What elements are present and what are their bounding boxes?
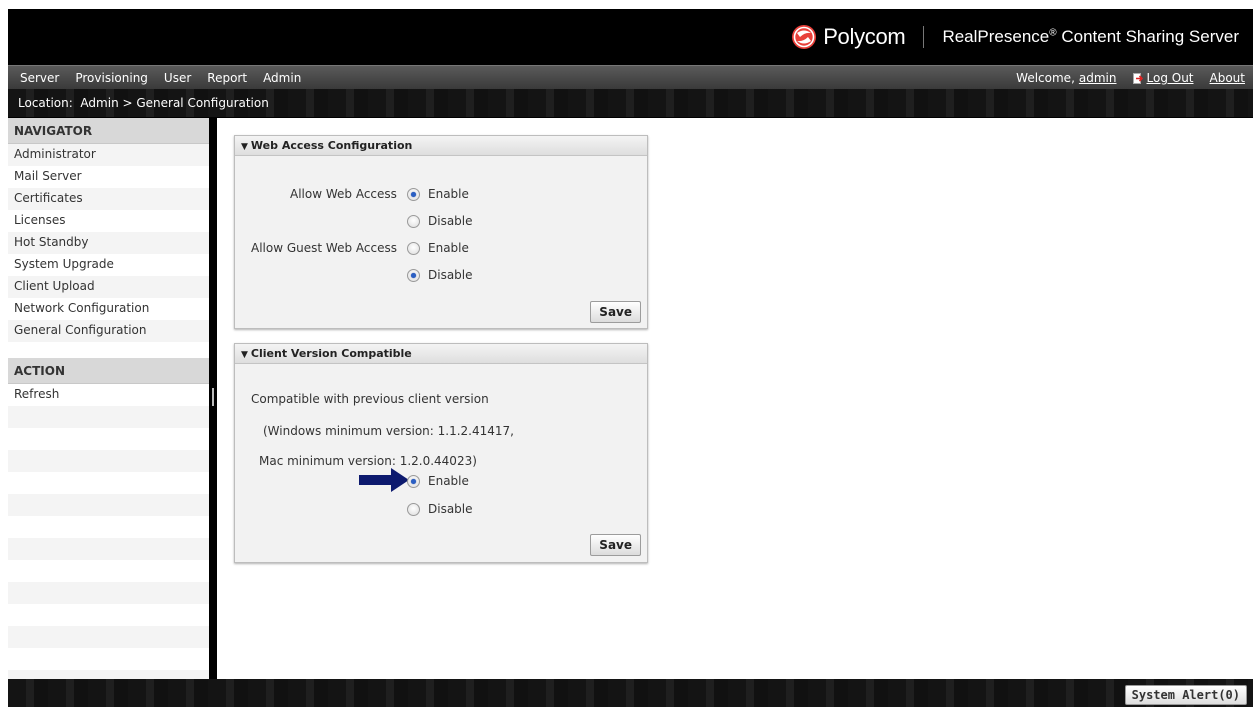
about-link[interactable]: About: [1210, 71, 1245, 85]
client-version-enable-radio[interactable]: [407, 474, 420, 488]
sidebar-empty-rows: [8, 406, 209, 679]
nav-item-client-upload[interactable]: Client Upload: [8, 276, 209, 298]
empty-row: [8, 604, 209, 626]
allow-web-access-label: Allow Web Access: [290, 187, 397, 201]
client-version-enable-option[interactable]: Enable: [407, 474, 469, 488]
allow-web-enable-radio[interactable]: [407, 187, 420, 201]
empty-row: [8, 648, 209, 670]
mac-min-version: Mac minimum version: 1.2.0.44023): [259, 454, 477, 468]
menu-provisioning[interactable]: Provisioning: [75, 71, 148, 85]
logout-link[interactable]: Log Out: [1147, 71, 1194, 85]
web-access-panel: ▼ Web Access Configuration Allow Web Acce…: [234, 135, 648, 329]
empty-row: [8, 516, 209, 538]
location-bar: Location: Admin > General Configuration: [8, 89, 1253, 117]
menu-server[interactable]: Server: [20, 71, 59, 85]
allow-guest-disable-option[interactable]: Disable: [407, 268, 473, 282]
menu-bar: Server Provisioning User Report Admin We…: [8, 65, 1253, 89]
web-access-panel-header[interactable]: ▼ Web Access Configuration: [235, 136, 647, 156]
system-alert-button[interactable]: System Alert(0): [1124, 685, 1247, 705]
allow-guest-enable-label: Enable: [428, 241, 469, 255]
empty-row: [8, 670, 209, 679]
nav-item-system-upgrade[interactable]: System Upgrade: [8, 254, 209, 276]
web-access-title: Web Access Configuration: [250, 139, 413, 152]
product-name-main: RealPresence: [942, 27, 1050, 46]
location-breadcrumb: Location: Admin > General Configuration: [18, 96, 269, 110]
footer-bar: System Alert(0): [8, 679, 1253, 707]
product-name: RealPresence® Content Sharing Server: [942, 27, 1239, 47]
header: Polycom RealPresence® Content Sharing Se…: [8, 9, 1253, 65]
allow-web-disable-option[interactable]: Disable: [407, 214, 473, 228]
allow-guest-disable-label: Disable: [428, 268, 473, 282]
registered-mark: ®: [1049, 27, 1057, 39]
empty-row: [8, 406, 209, 428]
main-content: ▼ Web Access Configuration Allow Web Acce…: [217, 118, 1253, 679]
empty-row: [8, 538, 209, 560]
allow-guest-web-access-label: Allow Guest Web Access: [251, 241, 397, 255]
allow-guest-enable-option[interactable]: Enable: [407, 241, 469, 255]
empty-row: [8, 494, 209, 516]
allow-guest-disable-radio[interactable]: [407, 268, 420, 282]
empty-row: [8, 626, 209, 648]
client-version-panel: ▼ Client Version Compatible Compatible wi…: [234, 343, 648, 563]
empty-row: [8, 428, 209, 450]
empty-row: [8, 582, 209, 604]
welcome-text: Welcome,: [1016, 71, 1075, 85]
empty-row: [8, 450, 209, 472]
client-version-save-button[interactable]: Save: [590, 534, 641, 556]
web-access-save-button[interactable]: Save: [590, 301, 641, 323]
nav-item-certificates[interactable]: Certificates: [8, 188, 209, 210]
polycom-logo-icon: [792, 25, 817, 49]
nav-item-hot-standby[interactable]: Hot Standby: [8, 232, 209, 254]
menu-report[interactable]: Report: [207, 71, 247, 85]
logout-icon[interactable]: [1132, 72, 1143, 84]
user-area: Welcome, admin Log Out About: [1016, 66, 1245, 90]
nav-item-administrator[interactable]: Administrator: [8, 144, 209, 166]
client-version-disable-radio[interactable]: [407, 502, 420, 516]
nav-item-mail-server[interactable]: Mail Server: [8, 166, 209, 188]
allow-guest-enable-radio[interactable]: [407, 241, 420, 255]
empty-row: [8, 560, 209, 582]
product-name-suffix: Content Sharing Server: [1056, 27, 1239, 46]
client-version-title: Client Version Compatible: [250, 347, 412, 360]
navigator-list: Administrator Mail Server Certificates L…: [8, 144, 209, 342]
client-version-panel-header[interactable]: ▼ Client Version Compatible: [235, 344, 647, 364]
sidebar-splitter[interactable]: [209, 118, 217, 679]
pointer-arrow-icon: [359, 468, 409, 492]
logo-text: Polycom: [823, 24, 906, 49]
welcome-user-link[interactable]: admin: [1079, 71, 1117, 85]
collapse-caret-icon[interactable]: ▼: [241, 350, 248, 360]
nav-item-licenses[interactable]: Licenses: [8, 210, 209, 232]
allow-web-enable-option[interactable]: Enable: [407, 187, 469, 201]
client-version-enable-label: Enable: [428, 474, 469, 488]
action-list: Refresh: [8, 384, 209, 406]
client-version-disable-label: Disable: [428, 502, 473, 516]
windows-min-version: (Windows minimum version: 1.1.2.41417,: [263, 424, 514, 438]
menu-user[interactable]: User: [164, 71, 191, 85]
brand-separator: [923, 26, 925, 48]
allow-web-disable-radio[interactable]: [407, 214, 420, 228]
empty-row: [8, 472, 209, 494]
splitter-grip-icon[interactable]: [212, 388, 214, 406]
menu-admin[interactable]: Admin: [263, 71, 301, 85]
nav-item-general-configuration[interactable]: General Configuration: [8, 320, 209, 342]
collapse-caret-icon[interactable]: ▼: [241, 142, 248, 152]
action-title: ACTION: [8, 358, 209, 384]
nav-item-network-configuration[interactable]: Network Configuration: [8, 298, 209, 320]
navigator-title: NAVIGATOR: [8, 118, 209, 144]
action-item-refresh[interactable]: Refresh: [8, 384, 209, 406]
navigator-sidebar: NAVIGATOR Administrator Mail Server Cert…: [8, 118, 209, 679]
compatibility-description: Compatible with previous client version: [251, 392, 489, 406]
allow-web-enable-label: Enable: [428, 187, 469, 201]
client-version-disable-option[interactable]: Disable: [407, 502, 473, 516]
brand: Polycom RealPresence® Content Sharing Se…: [791, 24, 1239, 50]
app-frame: Polycom RealPresence® Content Sharing Se…: [8, 9, 1253, 707]
allow-web-disable-label: Disable: [428, 214, 473, 228]
